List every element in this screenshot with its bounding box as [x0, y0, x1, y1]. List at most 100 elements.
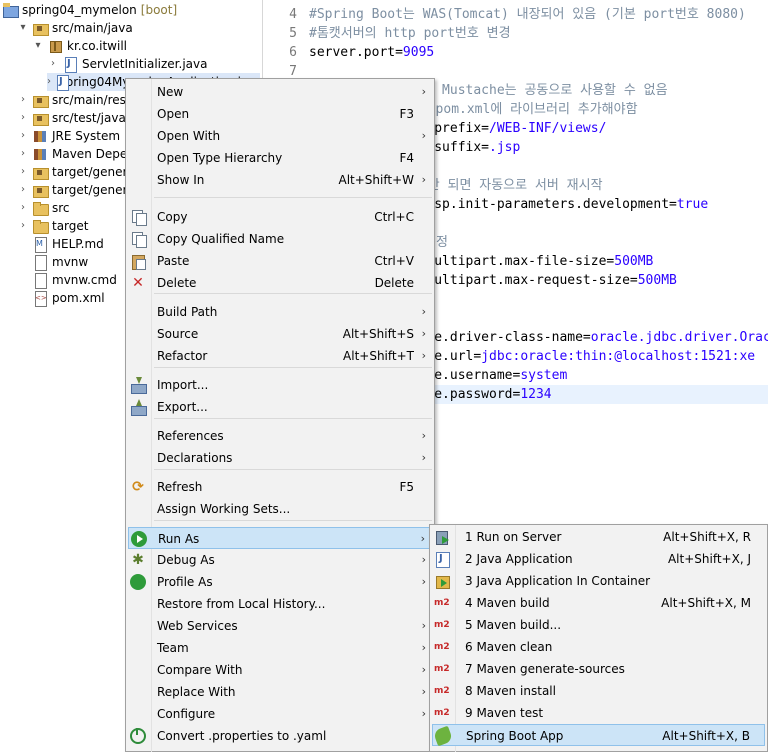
property-value: true	[676, 197, 709, 212]
menu-item-shortcut: Delete	[374, 276, 414, 290]
menu-item-configure[interactable]: Configure ›	[128, 703, 432, 725]
menu-item-source[interactable]: Source Alt+Shift+S ›	[128, 323, 432, 345]
menu-item-open[interactable]: Open F3	[128, 103, 432, 125]
menu-item-label: References	[157, 429, 224, 443]
menu-item-label: Replace With	[157, 685, 236, 699]
run-as-item-2-java-application[interactable]: 2 Java Application Alt+Shift+X, J	[432, 548, 765, 570]
property-key: server.port=	[309, 45, 403, 60]
menu-item-team[interactable]: Team ›	[128, 637, 432, 659]
code-line[interactable]: 4 #Spring Boot는 WAS(Tomcat) 내장되어 있음 (기본 p…	[263, 5, 768, 24]
menu-item-restore-from-local-history[interactable]: Restore from Local History...	[128, 593, 432, 615]
menu-item-profile-as[interactable]: Profile As ›	[128, 571, 432, 593]
line-number: 4	[289, 7, 297, 22]
java-app-icon	[434, 551, 450, 568]
menu-item-replace-with[interactable]: Replace With ›	[128, 681, 432, 703]
tree-item-package[interactable]: ▾ kr.co.itwill	[32, 37, 127, 55]
menu-item-show-in[interactable]: Show In Alt+Shift+W ›	[128, 169, 432, 191]
markdown-file-icon	[32, 236, 48, 253]
menu-item-refresh[interactable]: ⟳ Refresh F5	[128, 476, 432, 498]
chevron-right-icon[interactable]: ›	[17, 145, 29, 163]
menu-item-debug-as[interactable]: ✱ Debug As ›	[128, 549, 432, 571]
tree-item-src-test-java[interactable]: › src/test/java	[17, 109, 126, 127]
property-value: /WEB-INF/views/	[489, 121, 607, 136]
menu-item-shortcut: Alt+Shift+W	[338, 173, 415, 187]
chevron-right-icon[interactable]: ›	[17, 91, 29, 109]
chevron-right-icon: ›	[421, 429, 426, 442]
library-icon	[32, 128, 48, 144]
tree-item-src-main-java[interactable]: ▾ src/main/java	[17, 19, 133, 37]
delete-icon: ✕	[132, 275, 144, 291]
menu-item-convert-properties-to-yaml[interactable]: Convert .properties to .yaml	[128, 725, 432, 747]
menu-item-new[interactable]: New ›	[128, 81, 432, 103]
container-icon	[434, 573, 450, 589]
menu-item-copy[interactable]: Copy Ctrl+C	[128, 206, 432, 228]
menu-item-label: Copy	[157, 210, 188, 224]
menu-item-label: New	[157, 85, 184, 99]
chevron-right-icon[interactable]: ›	[17, 127, 29, 145]
tree-item-help-md[interactable]: HELP.md	[32, 235, 104, 253]
menu-item-paste[interactable]: Paste Ctrl+V	[128, 250, 432, 272]
menu-item-label: Restore from Local History...	[157, 597, 326, 611]
run-as-item-6-maven-clean[interactable]: m2 6 Maven clean	[432, 636, 765, 658]
chevron-down-icon[interactable]: ▾	[32, 37, 44, 55]
menu-item-assign-working-sets[interactable]: Assign Working Sets...	[128, 498, 432, 520]
source-folder-icon	[32, 110, 49, 126]
menu-item-copy-qualified-name[interactable]: Copy Qualified Name	[128, 228, 432, 250]
menu-item-refactor[interactable]: Refactor Alt+Shift+T ›	[128, 345, 432, 367]
menu-item-web-services[interactable]: Web Services ›	[128, 615, 432, 637]
run-as-item-4-maven-build[interactable]: m2 4 Maven build Alt+Shift+X, M	[432, 592, 765, 614]
chevron-right-icon[interactable]: ›	[47, 55, 59, 73]
run-as-item-5-maven-build[interactable]: m2 5 Maven build...	[432, 614, 765, 636]
chevron-right-icon[interactable]: ›	[47, 73, 51, 91]
m2-icon: m2	[434, 598, 450, 608]
menu-item-run-as[interactable]: Run As ›	[128, 527, 432, 549]
menu-separator	[154, 469, 432, 470]
chevron-right-icon: ›	[420, 532, 425, 545]
chevron-right-icon: ›	[421, 707, 426, 720]
menu-item-compare-with[interactable]: Compare With ›	[128, 659, 432, 681]
context-menu: New › Open F3 Open With › Open Type Hierarchy F…	[125, 78, 435, 752]
menu-item-delete[interactable]: ✕ Delete Delete	[128, 272, 432, 294]
menu-item-declarations[interactable]: Declarations ›	[128, 447, 432, 469]
menu-item-export[interactable]: Export...	[128, 396, 432, 418]
property-value: 500MB	[614, 254, 654, 269]
import-icon	[130, 377, 147, 394]
run-as-item-7-maven-generate-sources[interactable]: m2 7 Maven generate-sources	[432, 658, 765, 680]
menu-item-import[interactable]: Import...	[128, 374, 432, 396]
run-as-item-1-run-on-server[interactable]: 1 Run on Server Alt+Shift+X, R	[432, 526, 765, 548]
menu-item-label: Open Type Hierarchy	[157, 151, 283, 165]
project-node[interactable]: spring04_mymelon [boot]	[2, 1, 177, 19]
menu-item-label: Run As	[158, 532, 200, 546]
tree-item-servlet-initializer[interactable]: › ServletInitializer.java	[47, 55, 207, 73]
run-as-item-8-maven-install[interactable]: m2 8 Maven install	[432, 680, 765, 702]
tree-item-pom-xml[interactable]: pom.xml	[32, 289, 105, 307]
chevron-right-icon[interactable]: ›	[17, 109, 29, 127]
menu-item-references[interactable]: References ›	[128, 425, 432, 447]
run-as-submenu: 1 Run on Server Alt+Shift+X, R 2 Java Appl…	[429, 524, 768, 752]
tree-item-mvnw-cmd[interactable]: mvnw.cmd	[32, 271, 117, 289]
chevron-right-icon[interactable]: ›	[17, 181, 29, 199]
chevron-right-icon[interactable]: ›	[17, 163, 29, 181]
run-as-item-3-java-application-in-container[interactable]: 3 Java Application In Container	[432, 570, 765, 592]
code-line[interactable]: 6 server.port=9095	[263, 43, 768, 62]
chevron-down-icon[interactable]: ▾	[17, 19, 29, 37]
tree-item-src[interactable]: › src	[17, 199, 70, 217]
chevron-right-icon[interactable]: ›	[17, 199, 29, 217]
menu-item-build-path[interactable]: Build Path ›	[128, 301, 432, 323]
refresh-icon: ⟳	[132, 479, 144, 495]
run-as-item-9-maven-test[interactable]: m2 9 Maven test	[432, 702, 765, 724]
run-as-item-spring-boot-app[interactable]: Spring Boot App Alt+Shift+X, B	[432, 724, 765, 747]
tree-item-label: ServletInitializer.java	[82, 57, 208, 71]
tree-item-target[interactable]: › target	[17, 217, 89, 235]
menu-separator	[154, 197, 432, 198]
project-name: spring04_mymelon	[22, 3, 137, 17]
tree-item-mvnw[interactable]: mvnw	[32, 253, 88, 271]
chevron-right-icon[interactable]: ›	[17, 217, 29, 235]
tree-item-label: src	[52, 201, 70, 215]
run-icon	[131, 531, 147, 547]
tree-item-label: mvnw.cmd	[52, 273, 117, 287]
menu-item-open-with[interactable]: Open With ›	[128, 125, 432, 147]
code-line[interactable]: 5 #톰캣서버의 http port번호 변경	[263, 24, 768, 43]
tree-item-label: mvnw	[52, 255, 89, 269]
menu-item-open-type-hierarchy[interactable]: Open Type Hierarchy F4	[128, 147, 432, 169]
